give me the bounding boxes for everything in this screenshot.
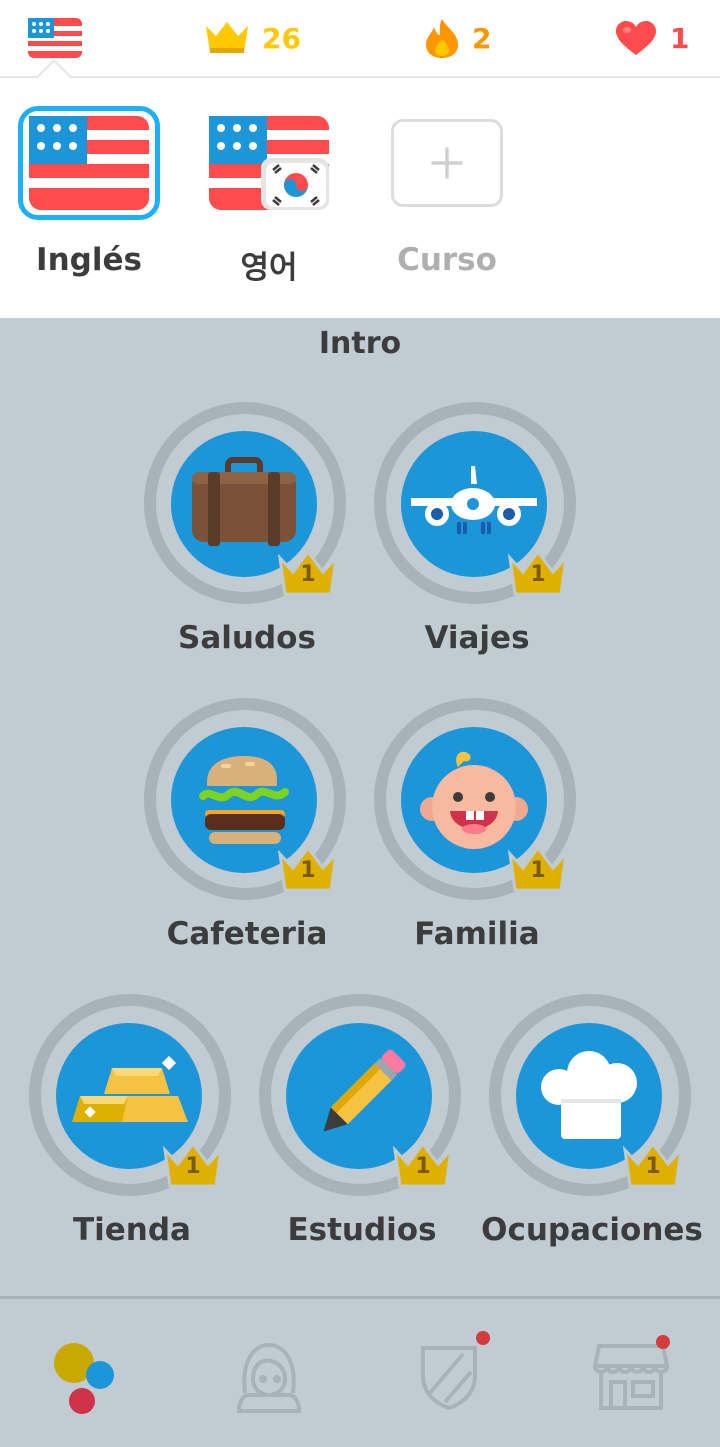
skill-familia[interactable]: 1 Familia	[372, 698, 582, 968]
course-label: Curso	[397, 242, 497, 278]
leaderboard-shield-icon	[421, 1346, 477, 1411]
bottom-navigation	[0, 1296, 720, 1447]
notification-dot	[656, 1335, 670, 1349]
skill-level: 1	[300, 858, 316, 883]
us-flag-icon	[26, 16, 84, 60]
skill-level: 1	[645, 1154, 661, 1179]
streak-count: 2	[472, 21, 492, 55]
us-flag-icon	[29, 116, 149, 210]
skill-estudios[interactable]: 1 Estudios	[257, 994, 467, 1264]
suitcase-icon	[192, 457, 296, 546]
hearts-count: 1	[670, 21, 690, 55]
add-course-button[interactable]: Curso	[372, 106, 522, 278]
us-korea-flag-icon	[209, 116, 329, 210]
skill-label: Familia	[414, 916, 540, 952]
skill-label: Viajes	[424, 620, 530, 656]
skill-level: 1	[415, 1154, 431, 1179]
nav-learn[interactable]	[32, 1327, 142, 1427]
baby-face-icon	[420, 751, 528, 849]
course-flag	[198, 106, 340, 220]
skill-level: 1	[185, 1154, 201, 1179]
skill-level: 1	[530, 562, 546, 587]
top-status-bar: 26 2 1	[0, 0, 720, 78]
hearts-counter[interactable]: 1	[614, 14, 689, 62]
skill-crown-badge: 1	[507, 845, 569, 894]
course-item-korean[interactable]: 영어	[194, 106, 344, 287]
course-selector: Inglés 영어 Curso	[0, 78, 720, 318]
pencil-icon	[323, 1049, 406, 1132]
shop-icon	[593, 1344, 669, 1410]
add-course-icon	[391, 119, 503, 207]
skill-crown-badge: 1	[162, 1141, 224, 1190]
skill-label: Ocupaciones	[481, 1212, 703, 1248]
skill-cafeteria[interactable]: 1 Cafeteria	[142, 698, 352, 968]
crown-icon	[206, 22, 248, 53]
fire-icon	[426, 19, 458, 58]
current-course-flag-button[interactable]	[26, 14, 84, 62]
skill-crown-badge: 1	[277, 845, 339, 894]
skill-crown-badge: 1	[507, 549, 569, 598]
course-flag	[376, 106, 518, 220]
skill-crown-badge: 1	[622, 1141, 684, 1190]
course-item-ingles[interactable]: Inglés	[14, 106, 164, 278]
skill-ocupaciones[interactable]: 1 Ocupaciones	[481, 994, 703, 1264]
skill-crown-badge: 1	[277, 549, 339, 598]
skill-saludos[interactable]: 1 Saludos	[142, 402, 352, 672]
skill-viajes[interactable]: 1 Viajes	[372, 402, 582, 672]
streak-counter[interactable]: 2	[424, 14, 491, 62]
gold-bars-icon	[72, 1056, 188, 1122]
crowns-count: 26	[262, 21, 301, 55]
heart-icon	[616, 21, 656, 55]
course-flag-selected	[18, 106, 160, 220]
nav-shop[interactable]	[576, 1327, 686, 1427]
nav-leaderboards[interactable]	[394, 1327, 504, 1427]
crowns-counter[interactable]: 26	[204, 14, 301, 62]
airplane-icon	[411, 466, 537, 534]
course-label: 영어	[240, 250, 298, 286]
skill-crown-badge: 1	[392, 1141, 454, 1190]
burger-icon	[199, 756, 289, 844]
nav-profile[interactable]	[214, 1327, 324, 1427]
course-label: Inglés	[36, 242, 142, 278]
skill-tienda[interactable]: 1 Tienda	[27, 994, 237, 1264]
notification-dot	[476, 1331, 490, 1345]
skill-level: 1	[300, 562, 316, 587]
chef-hat-icon	[541, 1051, 637, 1139]
skill-level: 1	[530, 858, 546, 883]
profile-icon	[236, 1342, 302, 1413]
section-title: Intro	[318, 326, 402, 361]
learn-icon	[54, 1343, 114, 1414]
